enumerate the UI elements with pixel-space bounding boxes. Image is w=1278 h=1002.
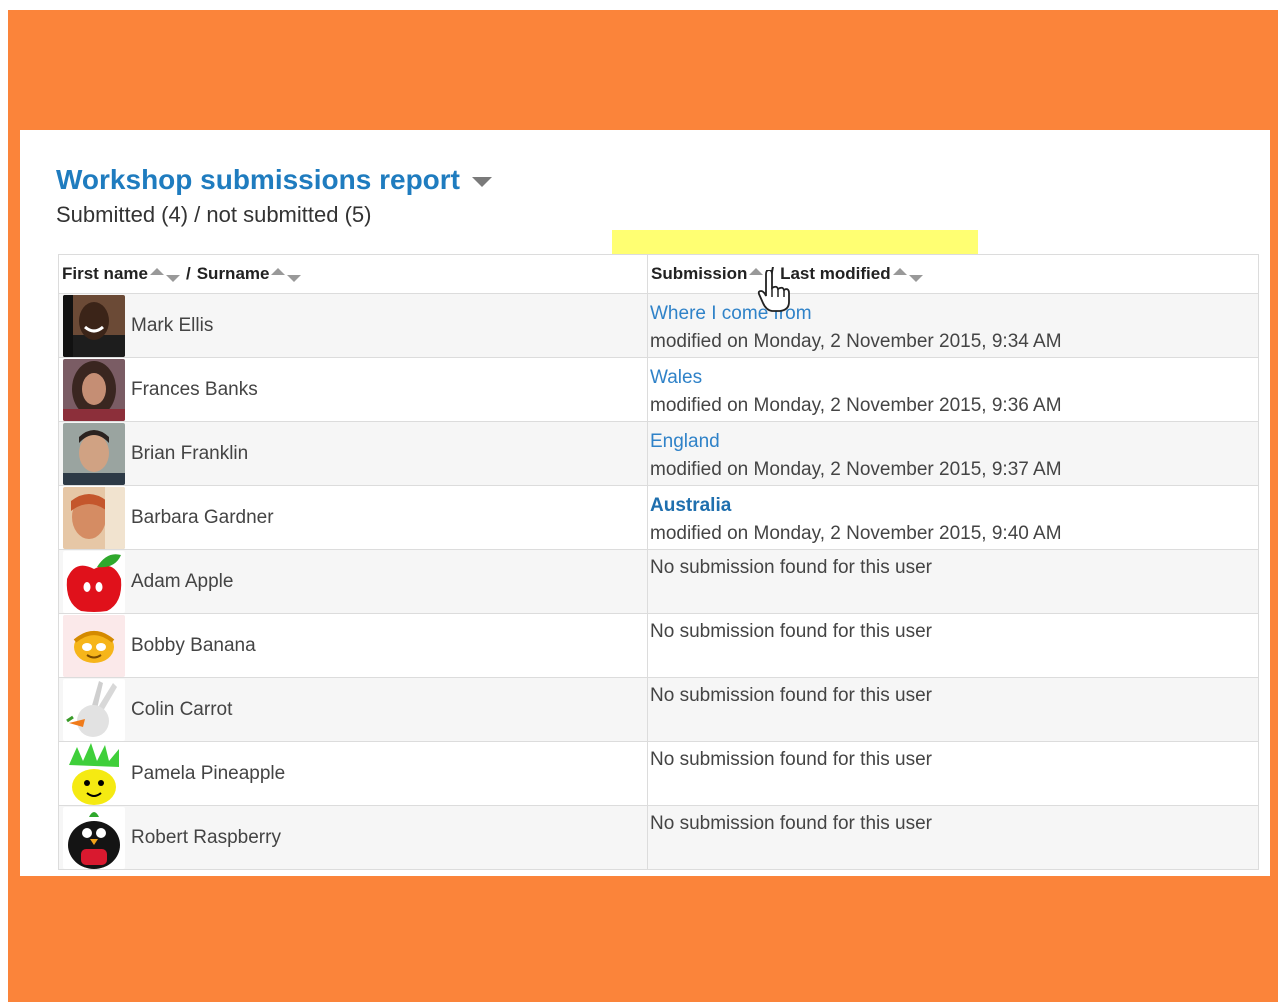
submission-column-header: Submission / Last modified [647,254,1259,294]
submission-cell: No submission found for this user [647,613,1259,678]
table-row: Frances Banks Wales modified on Monday, … [58,357,1259,422]
submission-cell: No submission found for this user [647,549,1259,614]
user-name-link[interactable]: Barbara Gardner [131,507,274,529]
sort-desc-icon[interactable] [908,274,923,282]
sort-desc-icon[interactable] [287,274,302,282]
user-name-link[interactable]: Colin Carrot [131,699,232,721]
submission-cell: England modified on Monday, 2 November 2… [647,421,1259,486]
submission-title-link[interactable]: Wales [650,364,1258,392]
sort-desc-icon[interactable] [165,274,180,282]
modified-date: modified on Monday, 2 November 2015, 9:4… [650,523,1062,544]
submission-title-link[interactable]: Where I come from [650,300,1258,328]
submission-cell: Wales modified on Monday, 2 November 201… [647,357,1259,422]
user-cell: Frances Banks [58,357,648,422]
first-name-sort-arrows[interactable] [149,267,180,282]
photo-avatar-man[interactable] [63,422,125,485]
table-row: Adam Apple No submission found for this … [58,549,1259,614]
pineapple-avatar[interactable] [63,742,125,805]
user-name-link[interactable]: Robert Raspberry [131,827,281,849]
user-cell: Pamela Pineapple [58,741,648,806]
user-cell: Barbara Gardner [58,485,648,550]
name-column-header: First name / Surname [58,254,648,294]
submission-title-link[interactable]: England [650,428,1258,456]
user-name-link[interactable]: Frances Banks [131,379,258,401]
sort-asc-icon[interactable] [271,267,286,275]
submissions-table: First name / Surname Submission Last mod… [58,254,1259,870]
user-name-link[interactable]: Mark Ellis [131,315,213,337]
user-name-link[interactable]: Adam Apple [131,571,233,593]
user-cell: Robert Raspberry [58,805,648,870]
user-cell: Colin Carrot [58,677,648,742]
first-name-sort-link[interactable]: First name [62,264,148,284]
user-cell: Brian Franklin [58,421,648,486]
submission-cell: No submission found for this user [647,805,1259,870]
table-row: Mark Ellis Where I come from modified on… [58,293,1259,358]
apple-avatar[interactable] [63,550,125,613]
banana-avatar[interactable] [63,614,125,677]
no-submission-text: No submission found for this user [650,621,932,642]
last-modified-sort-arrows[interactable] [892,267,923,282]
penguin-raspberry-avatar[interactable] [63,806,125,869]
sort-asc-icon[interactable] [149,267,164,275]
submission-cell: No submission found for this user [647,677,1259,742]
submission-summary: Submitted (4) / not submitted (5) [56,202,372,227]
report-panel: Workshop submissions report Submitted (4… [20,130,1270,876]
user-cell: Bobby Banana [58,613,648,678]
user-cell: Adam Apple [58,549,648,614]
submission-cell: Where I come from modified on Monday, 2 … [647,293,1259,358]
hand-cursor-icon [757,270,790,312]
no-submission-text: No submission found for this user [650,685,932,706]
table-row: Barbara Gardner Australia modified on Mo… [58,485,1259,550]
sort-asc-icon[interactable] [892,267,907,275]
submission-title-link[interactable]: Australia [650,492,1258,520]
photo-avatar-woman[interactable] [63,486,125,549]
report-title-text[interactable]: Workshop submissions report [56,164,460,196]
table-row: Colin Carrot No submission found for thi… [58,677,1259,742]
user-name-link[interactable]: Brian Franklin [131,443,248,465]
user-cell: Mark Ellis [58,293,648,358]
table-row: Brian Franklin England modified on Monda… [58,421,1259,486]
table-row: Pamela Pineapple No submission found for… [58,741,1259,806]
user-name-link[interactable]: Bobby Banana [131,635,256,657]
photo-avatar-man-smiling[interactable] [63,294,125,357]
last-modified-sort-link[interactable]: Last modified [780,264,891,284]
surname-sort-link[interactable]: Surname [197,264,270,284]
user-name-link[interactable]: Pamela Pineapple [131,763,285,785]
chevron-down-icon[interactable] [472,177,492,187]
submission-sort-link[interactable]: Submission [651,264,747,284]
photo-avatar-woman-curly-hair[interactable] [63,358,125,421]
table-row: Bobby Banana No submission found for thi… [58,613,1259,678]
modified-date: modified on Monday, 2 November 2015, 9:3… [650,459,1062,480]
no-submission-text: No submission found for this user [650,813,932,834]
no-submission-text: No submission found for this user [650,749,932,770]
submission-cell: No submission found for this user [647,741,1259,806]
header-separator: / [185,264,191,283]
rabbit-avatar[interactable] [63,678,125,741]
no-submission-text: No submission found for this user [650,557,932,578]
report-title[interactable]: Workshop submissions report [56,164,492,196]
modified-date: modified on Monday, 2 November 2015, 9:3… [650,395,1062,416]
submission-cell: Australia modified on Monday, 2 November… [647,485,1259,550]
table-row: Robert Raspberry No submission found for… [58,805,1259,870]
modified-date: modified on Monday, 2 November 2015, 9:3… [650,331,1062,352]
table-header-row: First name / Surname Submission Last mod… [58,254,1259,294]
surname-sort-arrows[interactable] [271,267,302,282]
